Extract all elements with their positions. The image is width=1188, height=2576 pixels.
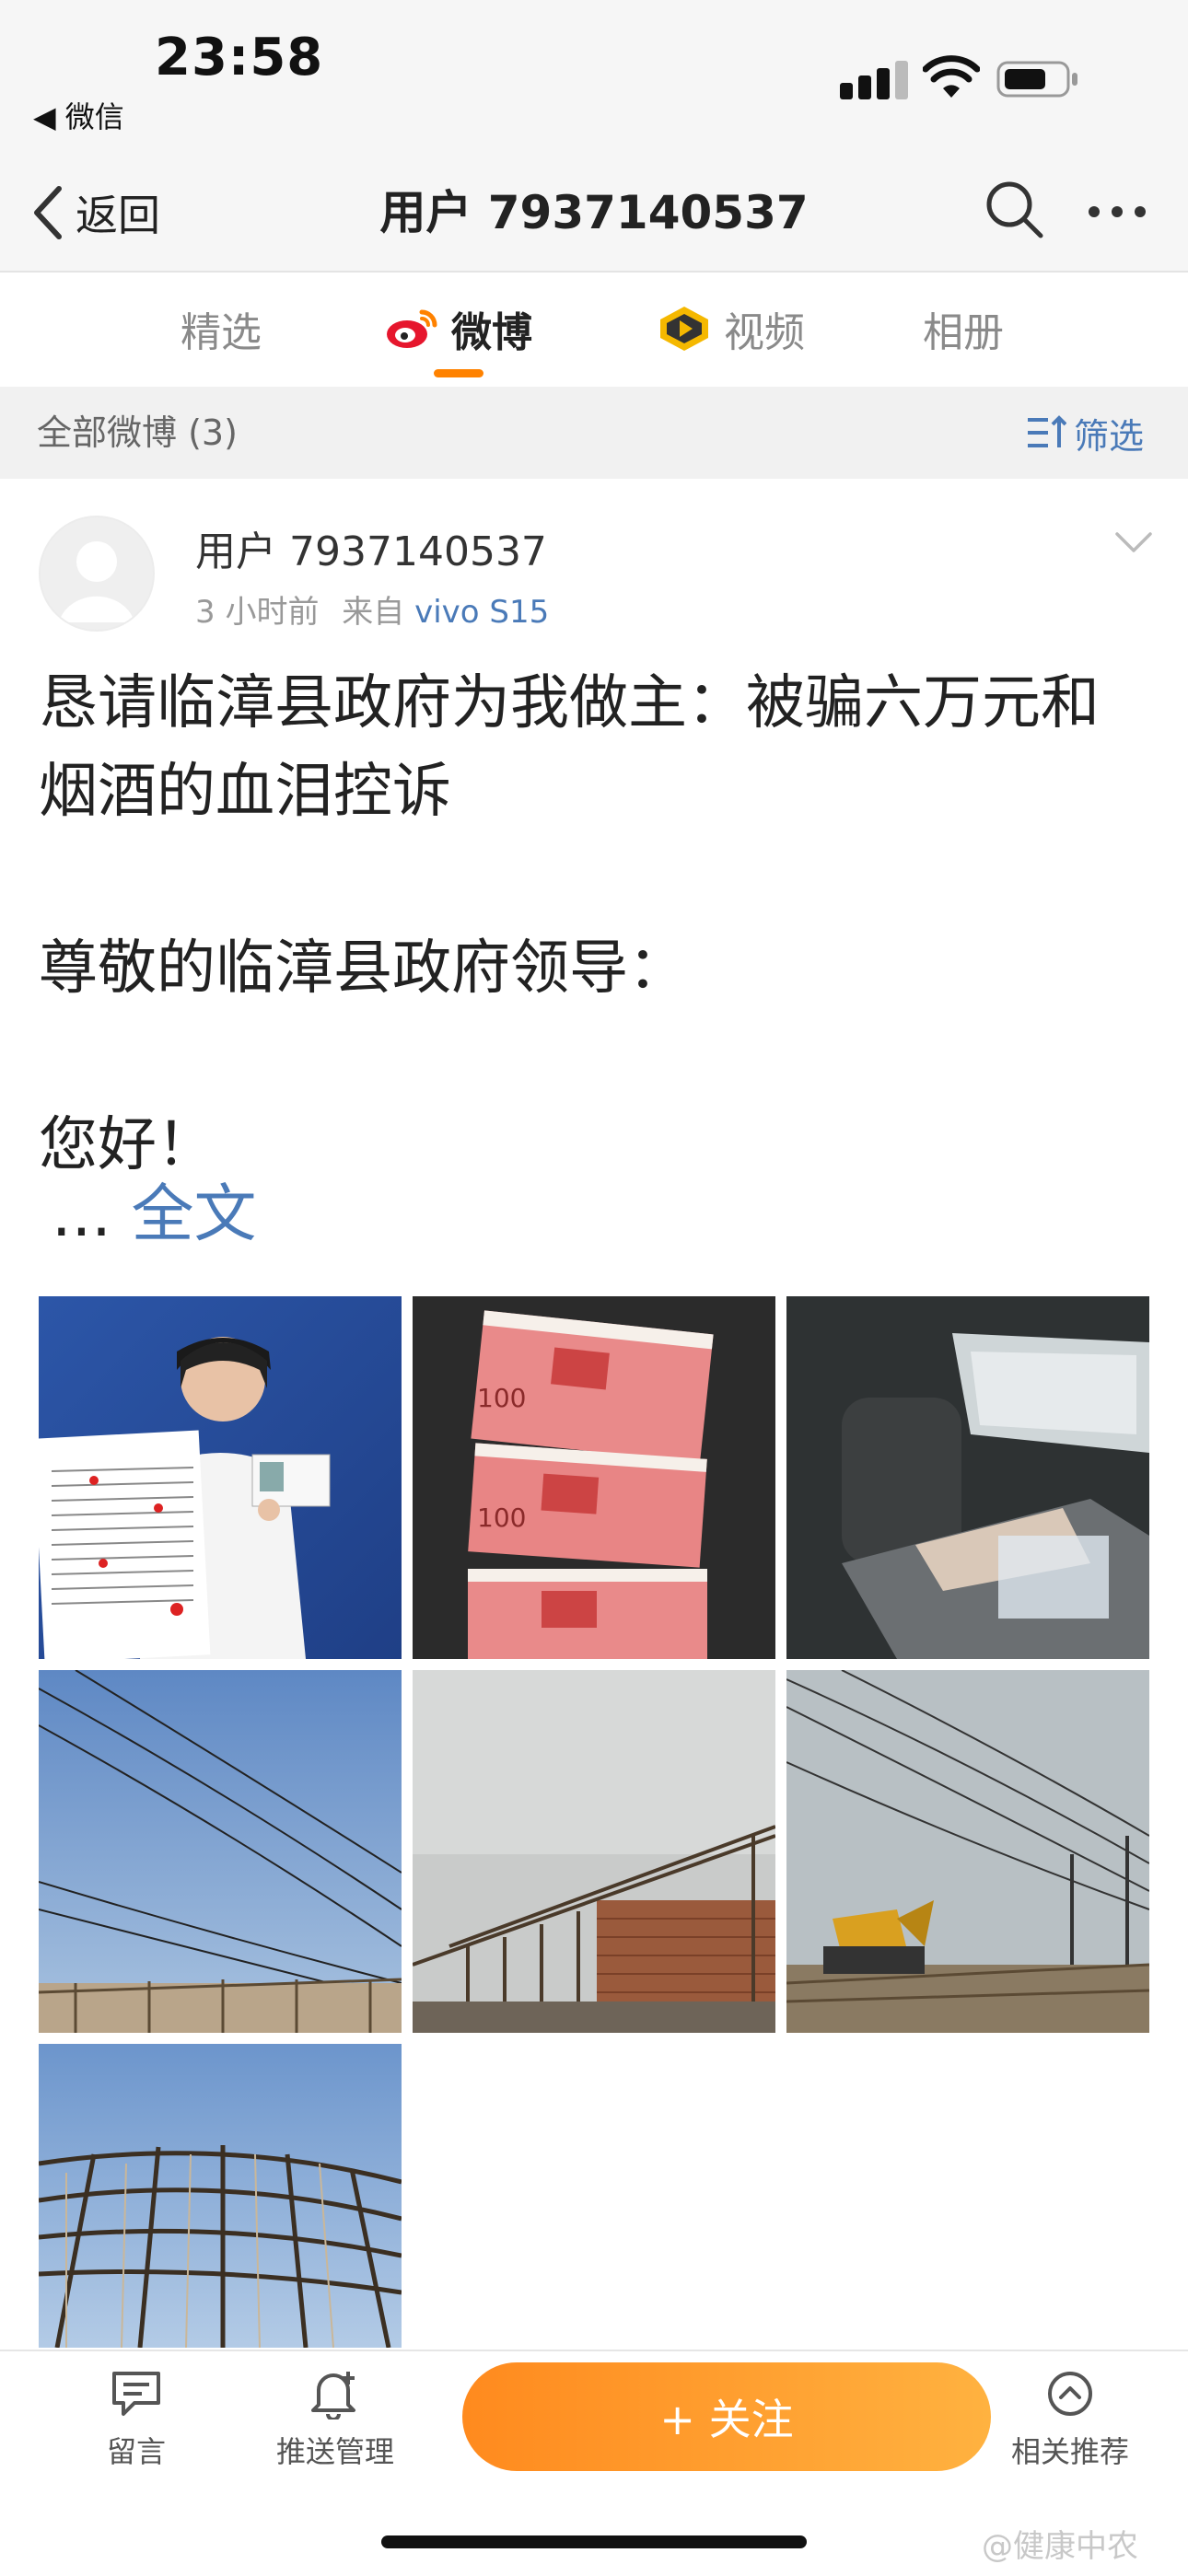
tab-weibo-label: 微博 bbox=[451, 309, 532, 356]
photo-excavator-site[interactable] bbox=[786, 1670, 1149, 2033]
back-button[interactable]: 返回 bbox=[31, 180, 160, 245]
photo-woman-holding-letter[interactable] bbox=[39, 1296, 402, 1659]
status-time: 23:58 bbox=[155, 28, 324, 87]
svg-text:100: 100 bbox=[477, 1383, 526, 1413]
message-icon bbox=[112, 2372, 160, 2416]
photo-demolished-greenhouse[interactable] bbox=[413, 1670, 775, 2033]
tab-featured[interactable]: 精选 bbox=[181, 296, 262, 361]
follow-button[interactable]: + 关注 bbox=[462, 2362, 991, 2471]
tab-weibo[interactable]: 微博 bbox=[385, 296, 532, 361]
photo-cash-bundles[interactable]: 100 100 bbox=[413, 1296, 775, 1659]
post-title-paragraph: 恳请临漳县政府为我做主：被骗六万元和烟酒的血泪控诉 bbox=[39, 669, 1100, 826]
tab-album-label: 相册 bbox=[923, 309, 1004, 356]
post-device: vivo S15 bbox=[414, 594, 550, 631]
filter-button[interactable]: 筛选 bbox=[1026, 405, 1144, 460]
post-time: 3 小时前 bbox=[195, 594, 320, 631]
filter-button-label: 筛选 bbox=[1074, 415, 1145, 457]
tab-featured-label: 精选 bbox=[181, 309, 262, 356]
full-text-link[interactable]: 全文 bbox=[131, 1178, 256, 1251]
wifi-icon bbox=[923, 55, 980, 98]
search-icon[interactable] bbox=[984, 179, 1044, 239]
post-meta: 3 小时前 来自 vivo S15 bbox=[195, 589, 549, 635]
follow-button-label: + 关注 bbox=[659, 2395, 794, 2444]
related-recommendations-button[interactable]: 相关推荐 bbox=[987, 2368, 1153, 2471]
svg-text:100: 100 bbox=[477, 1503, 526, 1533]
read-more: ... 全文 bbox=[52, 1171, 257, 1259]
photo-car-interior[interactable] bbox=[786, 1296, 1149, 1659]
bell-plus-icon bbox=[311, 2372, 355, 2419]
home-indicator[interactable] bbox=[381, 2535, 807, 2548]
post-source-prefix: 来自 bbox=[342, 594, 405, 631]
back-to-app-link[interactable]: ◀ 微信 bbox=[33, 94, 124, 136]
post-body: 恳请临漳县政府为我做主：被骗六万元和烟酒的血泪控诉 尊敬的临漳县政府领导： 您好… bbox=[39, 659, 1153, 1189]
post-greeting-paragraph: 尊敬的临漳县政府领导： bbox=[39, 934, 687, 1003]
post-author-name[interactable]: 用户 7937140537 bbox=[195, 525, 547, 580]
page-title: 用户 7937140537 bbox=[379, 186, 809, 239]
comment-label: 留言 bbox=[106, 2434, 166, 2469]
chevron-down-icon[interactable] bbox=[1114, 530, 1153, 554]
chevron-up-circle-icon bbox=[1048, 2372, 1092, 2416]
tab-bar bbox=[0, 273, 1188, 387]
active-tab-indicator bbox=[434, 369, 483, 377]
ellipsis: ... bbox=[52, 1178, 111, 1251]
push-settings-button[interactable]: 推送管理 bbox=[252, 2368, 418, 2471]
avatar[interactable] bbox=[39, 516, 155, 632]
battery-icon bbox=[996, 61, 1077, 98]
all-posts-count: 全部微博 (3) bbox=[37, 412, 238, 453]
back-label: 返回 bbox=[76, 191, 160, 240]
watermark: @健康中农 bbox=[982, 2528, 1138, 2565]
weibo-icon bbox=[387, 309, 437, 348]
tab-album[interactable]: 相册 bbox=[923, 296, 1004, 361]
comment-button[interactable]: 留言 bbox=[53, 2368, 219, 2471]
video-icon bbox=[660, 307, 708, 351]
tab-video-label: 视频 bbox=[724, 309, 805, 356]
push-settings-label: 推送管理 bbox=[275, 2434, 394, 2469]
related-label: 相关推荐 bbox=[1010, 2434, 1129, 2469]
tab-video[interactable]: 视频 bbox=[658, 296, 805, 361]
photo-power-lines-sky[interactable] bbox=[39, 1670, 402, 2033]
chevron-left-icon bbox=[34, 186, 62, 239]
default-avatar-icon bbox=[59, 541, 134, 622]
filter-icon bbox=[1028, 415, 1066, 447]
more-options-icon[interactable] bbox=[1087, 203, 1147, 221]
